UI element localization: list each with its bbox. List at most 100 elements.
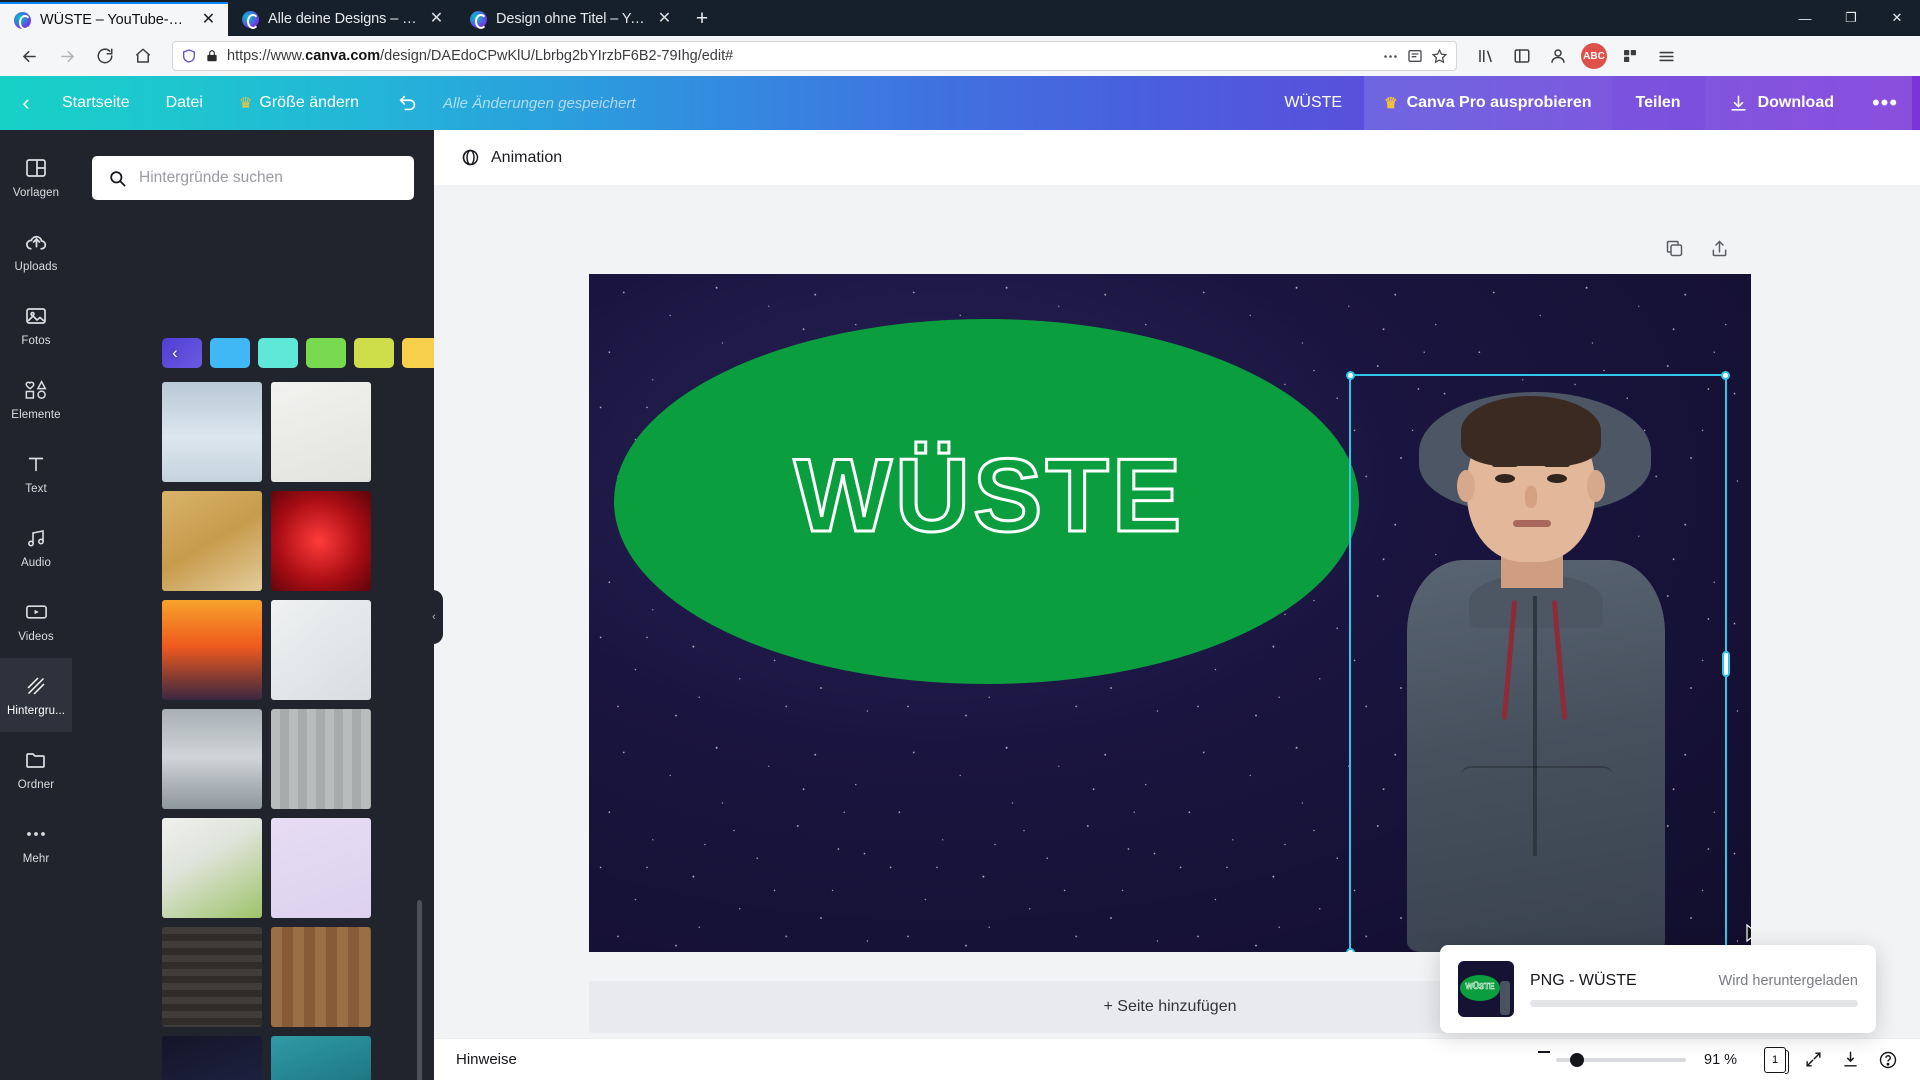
home-menu-item[interactable]: Startseite (44, 76, 148, 130)
sidebar-item-text[interactable]: Text (0, 436, 72, 510)
swatch-yellow[interactable] (402, 338, 434, 368)
bg-green-leaves[interactable] (162, 818, 262, 918)
download-status-text: Wird heruntergeladen (1718, 972, 1858, 989)
bg-red-tunnel[interactable] (271, 491, 371, 591)
account-icon[interactable] (1541, 41, 1575, 71)
extension-icon[interactable] (1613, 41, 1647, 71)
profile-avatar[interactable]: ABC (1577, 41, 1611, 71)
sidebar-item-ordner[interactable]: Ordner (0, 732, 72, 806)
reader-mode-icon[interactable] (1407, 48, 1423, 64)
person-eyebrow-right (1544, 462, 1570, 467)
url-bar[interactable]: https://www.canva.com/design/DAEdoCPwKlU… (172, 41, 1457, 71)
sidebar-item-elemente[interactable]: Elemente (0, 362, 72, 436)
bg-brown-wood[interactable] (271, 927, 371, 1027)
resize-menu-item[interactable]: ♛ Größe ändern (221, 76, 377, 130)
window-maximize-button[interactable]: ❐ (1828, 1, 1874, 35)
window-close-button[interactable]: ✕ (1874, 1, 1920, 35)
download-filename: PNG - WÜSTE (1530, 971, 1637, 989)
bg-white-texture[interactable] (271, 382, 371, 482)
bg-lavender-plain[interactable] (271, 818, 371, 918)
animation-button[interactable]: Animation (448, 141, 574, 174)
zoom-slider-knob[interactable] (1570, 1052, 1584, 1067)
tab-close-icon[interactable]: ✕ (199, 11, 218, 30)
sidebar-item-videos[interactable]: Videos (0, 584, 72, 658)
browser-tab-1[interactable]: Alle deine Designs – Canva ✕ (228, 2, 456, 36)
tab-close-icon[interactable]: ✕ (427, 10, 446, 29)
swatch-scroll-left-icon[interactable]: ‹ (162, 338, 188, 368)
canvas-tools (1664, 238, 1730, 259)
panel-collapse-handle[interactable]: ‹ (425, 590, 443, 644)
bg-grey-waves[interactable] (162, 709, 262, 809)
sidebar-item-hintergrund[interactable]: Hintergru... (0, 658, 72, 732)
back-button[interactable] (12, 41, 46, 71)
download-toast-row: PNG - WÜSTE Wird heruntergeladen (1530, 972, 1858, 990)
lock-icon[interactable] (205, 49, 219, 63)
person-photo-element[interactable] (1349, 374, 1724, 952)
sidebar-item-uploads[interactable]: Uploads (0, 214, 72, 288)
page-actions-icon[interactable] (1382, 48, 1399, 65)
home-button[interactable] (126, 41, 160, 71)
person-hoodie-pocket (1461, 766, 1613, 818)
sidebar-item-mehr[interactable]: Mehr (0, 806, 72, 880)
present-icon[interactable] (1841, 1050, 1860, 1069)
window-controls: — ❐ ✕ (1782, 0, 1920, 36)
download-button[interactable]: Download (1704, 76, 1858, 130)
background-search-input[interactable]: Hintergründe suchen (92, 156, 414, 200)
bg-orange-sunset[interactable] (162, 600, 262, 700)
bg-dark-wood[interactable] (162, 927, 262, 1027)
wuste-title-text[interactable]: WÜSTE (709, 443, 1269, 550)
bg-sky-clouds[interactable] (162, 382, 262, 482)
forward-button[interactable] (50, 41, 84, 71)
bookmark-star-icon[interactable] (1431, 48, 1448, 65)
sidebar-item-label: Uploads (14, 261, 58, 273)
zoom-slider[interactable] (1538, 1050, 1686, 1067)
browser-tab-2[interactable]: Design ohne Titel – YouTube-M ✕ (456, 2, 684, 36)
shield-icon[interactable] (181, 48, 197, 64)
new-tab-button[interactable]: + (684, 2, 720, 36)
sidebar-item-audio[interactable]: Audio (0, 510, 72, 584)
reload-button[interactable] (88, 41, 122, 71)
page-indicator[interactable]: 1 (1764, 1046, 1789, 1074)
sidebar-item-label: Vorlagen (12, 187, 60, 199)
swatch-yellow-green[interactable] (354, 338, 394, 368)
back-chevron-icon[interactable]: ‹ (0, 76, 44, 130)
window-minimize-button[interactable]: — (1782, 1, 1828, 35)
share-export-icon[interactable] (1709, 238, 1730, 259)
sidebar-toggle-icon[interactable] (1505, 41, 1539, 71)
expand-icon[interactable] (1804, 1050, 1823, 1069)
search-placeholder: Hintergründe suchen (139, 169, 283, 186)
library-icon[interactable] (1469, 41, 1503, 71)
person-nose (1525, 486, 1537, 508)
tab-close-icon[interactable]: ✕ (655, 10, 674, 29)
browser-menu-icon[interactable] (1649, 41, 1683, 71)
bg-wheat-field[interactable] (162, 491, 262, 591)
canva-pro-trial-button[interactable]: ♛ Canva Pro ausprobieren (1364, 76, 1612, 130)
bg-grey-wood[interactable] (271, 709, 371, 809)
duplicate-icon[interactable] (1664, 238, 1685, 259)
panel-scrollbar[interactable] (417, 900, 422, 1080)
sidebar-item-fotos[interactable]: Fotos (0, 288, 72, 362)
sidebar-item-vorlagen[interactable]: Vorlagen (0, 140, 72, 214)
swatch-green[interactable] (306, 338, 346, 368)
share-button[interactable]: Teilen (1611, 76, 1705, 130)
notes-button[interactable]: Hinweise (456, 1051, 517, 1068)
topbar-more-button[interactable]: ••• (1858, 76, 1912, 130)
swatch-turquoise[interactable] (258, 338, 298, 368)
zoom-level-value: 91 % (1704, 1051, 1738, 1068)
help-icon[interactable] (1878, 1050, 1898, 1070)
browser-tab-0[interactable]: WÜSTE – YouTube-Miniatur ✕ (0, 2, 228, 36)
undo-button[interactable] (387, 76, 429, 130)
crown-icon: ♛ (238, 95, 253, 112)
file-menu-item[interactable]: Datei (148, 76, 221, 130)
document-title[interactable]: WÜSTE (1262, 94, 1364, 112)
zoom-out-icon[interactable] (1538, 1050, 1550, 1053)
swatch-blue[interactable] (210, 338, 250, 368)
video-icon (24, 599, 49, 625)
bg-teal-gradient[interactable] (271, 1036, 371, 1080)
crown-icon: ♛ (1384, 95, 1398, 112)
design-canvas[interactable]: WÜSTE (589, 274, 1751, 952)
bg-night-dark[interactable] (162, 1036, 262, 1080)
bg-white-marble[interactable] (271, 600, 371, 700)
backgrounds-panel: Hintergründe suchen ‹ (72, 130, 434, 1080)
canva-pro-label: Canva Pro ausprobieren (1406, 94, 1592, 111)
